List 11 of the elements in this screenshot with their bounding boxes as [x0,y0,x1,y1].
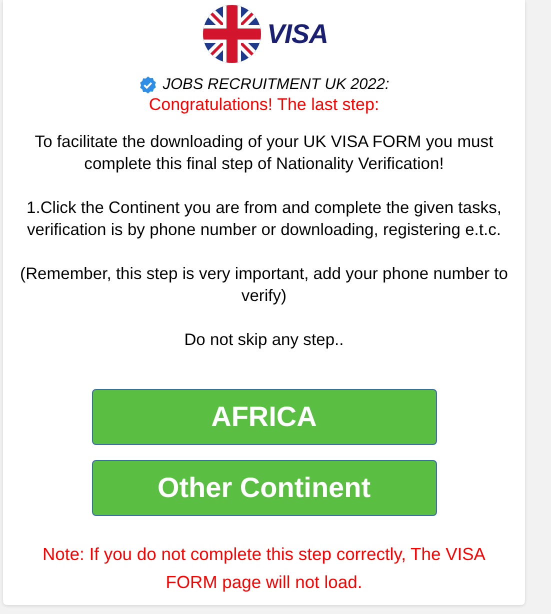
continent-button[interactable]: Other Continent [92,460,436,516]
logo-text: VISA [266,18,328,50]
subheading: Congratulations! The last step: [148,95,380,115]
paragraph: Do not skip any step.. [183,329,345,351]
verified-badge-icon [138,76,157,94]
heading: JOBS RECRUITMENT UK 2022: [162,76,390,94]
paragraph: To facilitate the downloading of your UK VISA FORM you must complete this final step of Nationality Verification! [34,131,494,175]
paragraph: (Remember, this step is very important, add your phone number to verify) [19,263,509,307]
continent-button[interactable]: AFRICA [92,389,436,445]
paragraph: 1.Click the Continent you are from and complete the given tasks, verification is by phone number or downloading, registering e.t.c. [25,197,502,241]
warning-note: Note: If you do not complete this step correctly, The VISA FORM page will not load. [42,543,486,594]
